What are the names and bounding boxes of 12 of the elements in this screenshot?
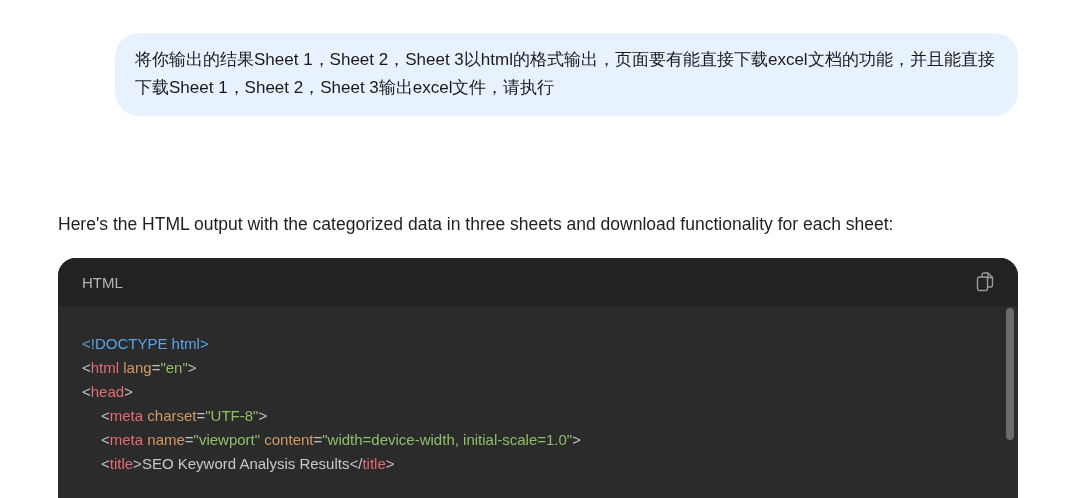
code-line: <!DOCTYPE html> bbox=[82, 334, 210, 354]
copy-icon bbox=[976, 272, 994, 292]
user-message: 将你输出的结果Sheet 1，Sheet 2，Sheet 3以html的格式输出，页面要有能直接下载excel文档的功能，并且能直接下载Sheet 1，Sheet 2，Sheet 3输出excel文件，请执行 bbox=[115, 33, 1018, 116]
reply-text: Here's the HTML output with the categorized data in three sheets and download functionality for each sheet: bbox=[58, 213, 895, 236]
code-line: <meta charset="UTF-8"> bbox=[100, 406, 269, 426]
code-line: <html lang="en"> bbox=[82, 358, 198, 378]
code-line: <head> bbox=[82, 382, 134, 402]
code-line: <title>SEO Keyword Analysis Results</title> bbox=[100, 454, 396, 474]
code-language: HTML bbox=[82, 273, 123, 291]
code-line: <meta name="viewport" content="width=device-width, initial-scale=1.0"> bbox=[100, 430, 582, 450]
copy-button[interactable] bbox=[976, 272, 994, 292]
scrollbar[interactable] bbox=[1006, 308, 1014, 440]
